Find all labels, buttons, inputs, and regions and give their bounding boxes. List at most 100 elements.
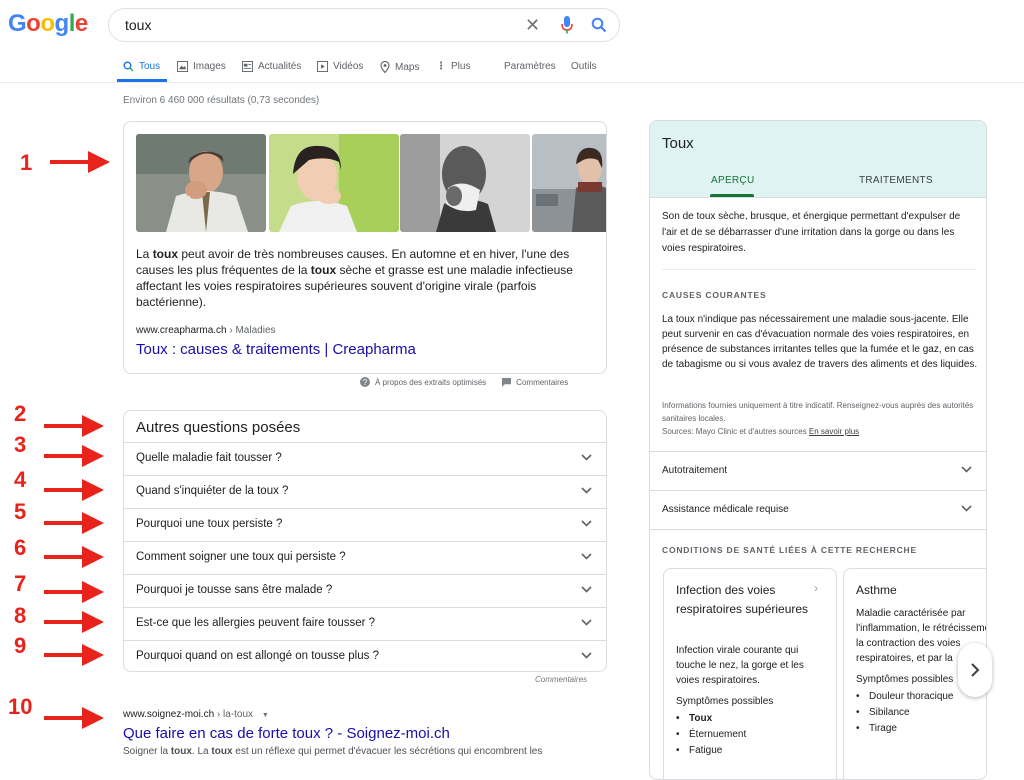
tab-outils[interactable]: Outils bbox=[571, 61, 597, 72]
tab-tous[interactable]: Tous bbox=[123, 61, 160, 72]
carousel-next-button[interactable] bbox=[958, 643, 992, 697]
symptom-item: Fatigue bbox=[676, 743, 746, 759]
chevron-down-icon bbox=[581, 454, 592, 461]
people-also-ask: Autres questions posées Quelle maladie f… bbox=[123, 410, 607, 672]
symptom-item: Tirage bbox=[856, 721, 954, 737]
annotation-arrow bbox=[44, 479, 104, 501]
paa-question[interactable]: Pourquoi quand on est allongé on tousse … bbox=[124, 640, 606, 672]
chevron-down-icon bbox=[581, 619, 592, 626]
kp-title: Toux bbox=[662, 135, 694, 152]
annotation-number: 3 bbox=[14, 432, 27, 457]
tab-plus[interactable]: ⋮ Plus bbox=[436, 61, 470, 72]
knowledge-panel: Toux APERÇU TRAITEMENTS Son de toux sèch… bbox=[649, 120, 987, 780]
snippet-image-woman-coughing[interactable] bbox=[269, 134, 399, 232]
expander-label: Assistance médicale requise bbox=[662, 504, 789, 515]
paa-question[interactable]: Pourquoi une toux persiste ? bbox=[124, 508, 606, 540]
condition-title: Asthme bbox=[856, 583, 897, 597]
cite-domain: www.soignez-moi.ch bbox=[123, 709, 215, 720]
symptoms-label: Symptômes possibles bbox=[676, 696, 774, 707]
paa-question[interactable]: Quelle maladie fait tousser ? bbox=[124, 442, 606, 474]
tab-traitements[interactable]: TRAITEMENTS bbox=[859, 175, 933, 186]
kp-description: Son de toux sèche, brusque, et énergique… bbox=[662, 211, 961, 254]
help-icon: ? bbox=[360, 377, 370, 387]
symptom-item: Éternuement bbox=[676, 727, 746, 743]
paa-feedback-link[interactable]: Commentaires bbox=[535, 675, 587, 684]
logo-letter: o bbox=[40, 10, 55, 37]
chevron-down-icon bbox=[961, 505, 972, 512]
paa-question[interactable]: Quand s'inquiéter de la toux ? bbox=[124, 475, 606, 507]
annotation-arrow bbox=[44, 415, 104, 437]
keyword-highlight: toux bbox=[152, 247, 179, 261]
tab-parametres[interactable]: Paramètres bbox=[504, 61, 556, 72]
annotation-number: 6 bbox=[14, 535, 27, 560]
causes-heading: CAUSES COURANTES bbox=[662, 290, 767, 300]
tab-label: Actualités bbox=[258, 61, 302, 72]
expander-autotraitement[interactable]: Autotraitement bbox=[650, 451, 986, 490]
logo-letter: e bbox=[74, 10, 88, 37]
expander-assistance[interactable]: Assistance médicale requise bbox=[650, 490, 986, 529]
cite-breadcrumb: › la-toux bbox=[214, 709, 254, 720]
condition-card-infection[interactable]: Infection des voies respiratoires supéri… bbox=[663, 568, 837, 779]
annotation-arrow bbox=[44, 512, 104, 534]
search-box[interactable]: toux ✕ bbox=[108, 8, 620, 42]
snippet-image-man-tissue[interactable] bbox=[400, 134, 530, 232]
symptom-item: Sibilance bbox=[856, 705, 954, 721]
paa-question[interactable]: Comment soigner une toux qui persiste ? bbox=[124, 541, 606, 573]
image-icon bbox=[177, 61, 188, 72]
paa-question[interactable]: Pourquoi je tousse sans être malade ? bbox=[124, 574, 606, 606]
cite-breadcrumb: › Maladies bbox=[226, 325, 276, 336]
about-snippets-link[interactable]: ? À propos des extraits optimisés bbox=[360, 377, 486, 387]
tab-images[interactable]: Images bbox=[177, 61, 226, 72]
tab-apercu[interactable]: APERÇU bbox=[711, 175, 754, 186]
symptom-item: Douleur thoracique bbox=[856, 689, 954, 705]
snippet-image-woman-city[interactable] bbox=[532, 134, 606, 232]
search-icon[interactable] bbox=[591, 17, 607, 38]
map-pin-icon bbox=[380, 61, 390, 73]
tab-maps[interactable]: Maps bbox=[380, 61, 419, 73]
tab-videos[interactable]: Vidéos bbox=[317, 61, 363, 72]
logo-letter: G bbox=[8, 10, 27, 37]
svg-text:?: ? bbox=[363, 378, 368, 387]
annotation-arrow bbox=[44, 546, 104, 568]
result-title-link[interactable]: Que faire en cas de forte toux ? - Soign… bbox=[123, 725, 450, 742]
symptoms-label: Symptômes possibles bbox=[856, 674, 954, 685]
keyword-highlight: toux bbox=[310, 263, 337, 277]
learn-more-link[interactable]: En savoir plus bbox=[809, 427, 859, 436]
annotation-number: 10 bbox=[8, 694, 33, 719]
chevron-down-icon bbox=[581, 520, 592, 527]
chevron-right-icon bbox=[971, 663, 980, 677]
paa-question-label: Quand s'inquiéter de la toux ? bbox=[136, 485, 289, 497]
condition-description: Infection virale courante qui touche le … bbox=[676, 645, 804, 686]
conditions-heading: CONDITIONS DE SANTÉ LIÉES À CETTE RECHER… bbox=[662, 545, 917, 555]
feedback-label: Commentaires bbox=[516, 377, 569, 387]
snippet-result-link[interactable]: Toux : causes & traitements | Creapharma bbox=[136, 341, 416, 358]
tab-label: Maps bbox=[395, 61, 420, 73]
clear-icon[interactable]: ✕ bbox=[525, 15, 540, 36]
google-logo[interactable]: Google bbox=[8, 10, 88, 38]
annotation-arrow bbox=[50, 151, 110, 173]
microphone-icon[interactable] bbox=[561, 16, 573, 39]
snippet-feedback-link[interactable]: Commentaires bbox=[502, 377, 569, 387]
divider bbox=[662, 269, 976, 270]
active-tab-indicator bbox=[710, 194, 754, 197]
tab-label: Tous bbox=[139, 61, 161, 72]
annotation-number: 2 bbox=[14, 401, 27, 426]
chevron-down-icon bbox=[961, 466, 972, 473]
paa-title: Autres questions posées bbox=[136, 419, 301, 436]
tab-label: Vidéos bbox=[333, 61, 364, 72]
dropdown-arrow-icon[interactable]: ▼ bbox=[262, 712, 269, 719]
tab-actualites[interactable]: Actualités bbox=[242, 61, 301, 72]
search-input[interactable]: toux bbox=[125, 17, 151, 33]
snippet-image-man-coughing[interactable] bbox=[136, 134, 266, 232]
kp-disclaimer: Informations fournies uniquement à titre… bbox=[662, 399, 978, 438]
expander-label: Autotraitement bbox=[662, 465, 728, 476]
paa-question-label: Pourquoi une toux persiste ? bbox=[136, 518, 283, 530]
annotation-number: 5 bbox=[14, 499, 27, 524]
tab-label: Images bbox=[193, 61, 226, 72]
annotation-arrow bbox=[44, 644, 104, 666]
annotation-arrow bbox=[44, 707, 104, 729]
paa-question[interactable]: Est-ce que les allergies peuvent faire t… bbox=[124, 607, 606, 639]
paa-question-label: Est-ce que les allergies peuvent faire t… bbox=[136, 617, 376, 629]
header-divider bbox=[0, 82, 1024, 83]
annotation-number: 9 bbox=[14, 633, 27, 658]
